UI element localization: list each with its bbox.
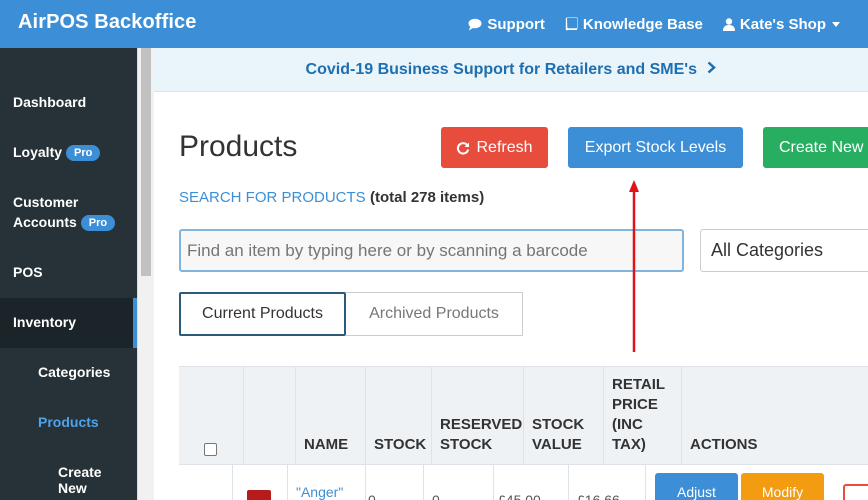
header-retail-label: RETAIL PRICE (INC TAX) xyxy=(612,375,665,455)
top-nav: Support Knowledge Base Kate's Shop xyxy=(468,0,868,48)
sidebar-item-pos[interactable]: POS xyxy=(0,264,137,284)
shop-menu[interactable]: Kate's Shop xyxy=(722,15,840,33)
header-name-label: NAME xyxy=(304,436,349,453)
header-line: RESERVED xyxy=(440,416,523,433)
product-search-input[interactable] xyxy=(179,229,684,272)
support-link[interactable]: Support xyxy=(468,16,545,33)
export-stock-levels-button[interactable]: Export Stock Levels xyxy=(568,127,743,168)
select-all-checkbox[interactable] xyxy=(204,443,217,456)
header-line: (INC xyxy=(612,416,643,433)
shop-label: Kate's Shop xyxy=(739,15,826,33)
refresh-icon xyxy=(457,141,470,155)
product-value: £45.00 xyxy=(498,492,541,500)
sidebar-item-label: Accounts xyxy=(13,214,77,230)
table-header: NAME STOCK RESERVED STOCK STOCK VALUE RETA… xyxy=(179,366,868,465)
product-reserved: 0 xyxy=(432,492,440,500)
sidebar-item-label: Loyalty xyxy=(13,144,63,160)
header-line: PRICE xyxy=(612,396,658,413)
header-stock[interactable]: STOCK xyxy=(365,367,431,465)
top-bar: AirPOS Backoffice Support Knowledge Base… xyxy=(0,0,868,48)
app-title[interactable]: AirPOS Backoffice xyxy=(18,11,196,34)
header-reserved-label: RESERVED STOCK xyxy=(440,415,522,455)
annotation-arrow xyxy=(629,180,639,352)
header-select-all xyxy=(179,367,243,465)
row-divider xyxy=(232,465,233,500)
sidebar-item-label: Customer xyxy=(13,194,79,210)
scrollbar-thumb[interactable] xyxy=(141,48,151,276)
book-icon xyxy=(565,17,578,31)
header-line: TAX) xyxy=(612,436,646,453)
knowledge-base-label: Knowledge Base xyxy=(582,15,703,33)
header-name[interactable]: NAME xyxy=(295,367,365,465)
sidebar-item-label: Dashboard xyxy=(13,94,87,110)
header-stock-value[interactable]: STOCK VALUE xyxy=(523,367,603,465)
header-stock-label: STOCK xyxy=(374,436,427,453)
row-divider xyxy=(493,465,494,500)
create-new-button[interactable]: Create New xyxy=(763,127,868,168)
header-retail-price[interactable]: RETAIL PRICE (INC TAX) xyxy=(603,367,681,465)
sidebar-subitem-label: New xyxy=(58,480,87,496)
chevron-right-icon xyxy=(707,48,717,92)
category-select[interactable]: All Categories xyxy=(700,229,868,272)
header-line: VALUE xyxy=(532,436,582,453)
refresh-label: Refresh xyxy=(476,138,533,156)
sidebar-subitem-products[interactable]: Products xyxy=(38,414,99,430)
header-value-label: STOCK VALUE xyxy=(532,415,584,455)
sidebar-item-dashboard[interactable]: Dashboard xyxy=(0,94,137,114)
header-line: RETAIL xyxy=(612,376,666,393)
chat-icon xyxy=(468,18,482,30)
pro-badge: Pro xyxy=(66,145,101,161)
sidebar-subitem-categories[interactable]: Categories xyxy=(38,364,110,380)
tab-current-products[interactable]: Current Products xyxy=(179,292,346,336)
search-label[interactable]: SEARCH FOR PRODUCTS xyxy=(179,189,366,206)
sidebar-scrollbar[interactable] xyxy=(137,48,154,500)
pro-badge: Pro xyxy=(80,215,116,231)
adjust-button[interactable]: Adjust xyxy=(655,473,738,500)
tab-archived-products[interactable]: Archived Products xyxy=(346,292,523,336)
sidebar: Dashboard Loyalty Pro Customer Accounts Pr… xyxy=(0,48,137,500)
support-label: Support xyxy=(487,15,545,33)
header-reserved-stock[interactable]: RESERVED STOCK xyxy=(431,367,523,465)
modify-button[interactable]: Modify xyxy=(741,473,824,500)
row-divider xyxy=(423,465,424,500)
header-image xyxy=(243,367,295,465)
header-actions-label: ACTIONS xyxy=(690,436,758,453)
delete-button[interactable] xyxy=(843,484,868,500)
sidebar-item-label: POS xyxy=(13,264,43,280)
sidebar-item-loyalty[interactable]: Loyalty Pro xyxy=(0,144,137,164)
header-actions: ACTIONS xyxy=(681,367,868,465)
product-price: £16.66 xyxy=(577,492,620,500)
row-divider xyxy=(287,465,288,500)
banner-text: Covid-19 Business Support for Retailers … xyxy=(305,61,697,78)
sidebar-item-label-wrap: Accounts Pro xyxy=(13,214,116,231)
row-divider xyxy=(568,465,569,500)
sidebar-item-label-wrap: Loyalty Pro xyxy=(13,144,101,161)
product-thumbnail[interactable] xyxy=(247,490,271,500)
page-title: Products xyxy=(179,130,298,163)
sidebar-subitem-create-new[interactable]: Create New xyxy=(58,464,102,496)
total-count: (total 278 items) xyxy=(370,189,485,206)
row-divider xyxy=(365,465,366,500)
header-line: STOCK xyxy=(440,436,493,453)
product-stock: 0 xyxy=(368,492,376,500)
sidebar-item-label: Inventory xyxy=(13,314,77,330)
sidebar-item-inventory[interactable]: Inventory xyxy=(0,298,137,348)
refresh-button[interactable]: Refresh xyxy=(441,127,548,168)
covid-support-banner[interactable]: Covid-19 Business Support for Retailers … xyxy=(154,48,868,92)
user-icon xyxy=(722,17,735,31)
sidebar-item-customer-accounts[interactable]: Customer Accounts Pro xyxy=(0,194,137,238)
sidebar-subitem-label: Create xyxy=(58,464,102,480)
row-divider xyxy=(645,465,646,500)
header-line: STOCK xyxy=(532,416,585,433)
knowledge-base-link[interactable]: Knowledge Base xyxy=(565,16,703,33)
chevron-down-icon xyxy=(832,21,840,27)
product-name-link[interactable]: "Anger" xyxy=(296,484,343,500)
